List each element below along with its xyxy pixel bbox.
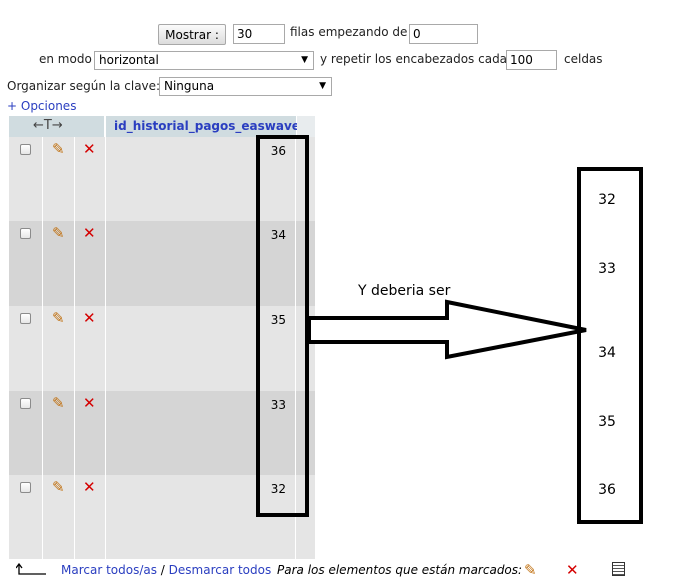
header-actions-cell: ←T→ — [9, 116, 104, 137]
expected-value: 36 — [598, 482, 616, 498]
highlight-box — [256, 135, 309, 517]
delete-x-icon[interactable]: ✕ — [83, 480, 96, 495]
organizar-select-value: Ninguna — [164, 79, 215, 93]
sort-arrows-icon[interactable]: ←T→ — [33, 118, 63, 133]
pencil-icon[interactable]: ✎ — [52, 142, 65, 157]
column-header-label[interactable]: id_historial_pagos_easwave — [114, 119, 300, 133]
delete-cell: ✕ — [75, 306, 106, 391]
delete-cell: ✕ — [75, 475, 106, 559]
desmarcar-todos-link[interactable]: Desmarcar todos — [169, 563, 272, 577]
checkbox-cell — [9, 475, 43, 559]
opciones-link[interactable]: + Opciones — [7, 99, 76, 113]
expected-value: 33 — [598, 261, 616, 277]
pencil-icon[interactable]: ✎ — [52, 480, 65, 495]
rows-label: filas empezando de — [290, 25, 408, 39]
checkbox-cell — [9, 306, 43, 391]
export-icon[interactable] — [612, 562, 625, 576]
para-elementos-text: Para los elementos que están marcados: — [277, 563, 523, 577]
checkbox-cell — [9, 221, 43, 306]
marcar-todos-link[interactable]: Marcar todos/as — [61, 563, 157, 577]
footer-separator: / — [156, 563, 169, 577]
delete-cell: ✕ — [75, 391, 106, 475]
footer-links: Marcar todos/as / Desmarcar todos Para l… — [61, 563, 522, 577]
repetir-input[interactable]: 100 — [506, 50, 557, 70]
corner-arrow-icon — [16, 563, 46, 575]
delete-x-icon[interactable]: ✕ — [83, 142, 96, 157]
edit-cell: ✎ — [43, 306, 75, 391]
organizar-select[interactable]: Ninguna ▼ — [159, 77, 332, 96]
bulk-delete-x-icon[interactable]: ✕ — [566, 563, 579, 578]
edit-cell: ✎ — [43, 475, 75, 559]
modo-label: en modo — [39, 52, 92, 66]
pencil-icon[interactable]: ✎ — [52, 226, 65, 241]
delete-x-icon[interactable]: ✕ — [83, 311, 96, 326]
delete-x-icon[interactable]: ✕ — [83, 226, 96, 241]
celdas-label: celdas — [564, 52, 603, 66]
delete-cell: ✕ — [75, 137, 106, 221]
pencil-icon[interactable]: ✎ — [52, 311, 65, 326]
delete-x-icon[interactable]: ✕ — [83, 396, 96, 411]
row-checkbox[interactable] — [20, 228, 31, 239]
edit-cell: ✎ — [43, 137, 75, 221]
checkbox-cell — [9, 391, 43, 475]
row-checkbox[interactable] — [20, 398, 31, 409]
organizar-label: Organizar según la clave: — [7, 79, 161, 93]
checkbox-cell — [9, 137, 43, 221]
mostrar-button[interactable]: Mostrar : — [158, 24, 226, 45]
delete-cell: ✕ — [75, 221, 106, 306]
row-checkbox[interactable] — [20, 313, 31, 324]
bulk-edit-pencil-icon[interactable]: ✎ — [524, 563, 537, 578]
chevron-down-icon: ▼ — [301, 55, 308, 65]
pencil-icon[interactable]: ✎ — [52, 396, 65, 411]
expected-value: 35 — [598, 414, 616, 430]
start-row-input[interactable]: 0 — [409, 24, 478, 44]
arrow-caption: Y deberia ser — [358, 283, 451, 299]
expected-value: 32 — [598, 192, 616, 208]
modo-select-value: horizontal — [99, 53, 159, 67]
edit-cell: ✎ — [43, 391, 75, 475]
modo-select[interactable]: horizontal ▼ — [94, 51, 314, 70]
rows-count-input[interactable]: 30 — [233, 24, 285, 44]
chevron-down-icon: ▼ — [319, 81, 326, 91]
column-header[interactable]: id_historial_pagos_easwave — [106, 116, 300, 137]
row-checkbox[interactable] — [20, 482, 31, 493]
expected-value: 34 — [598, 345, 616, 361]
repetir-label: y repetir los encabezados cada — [320, 52, 508, 66]
header-spacer — [297, 116, 315, 137]
row-checkbox[interactable] — [20, 144, 31, 155]
edit-cell: ✎ — [43, 221, 75, 306]
